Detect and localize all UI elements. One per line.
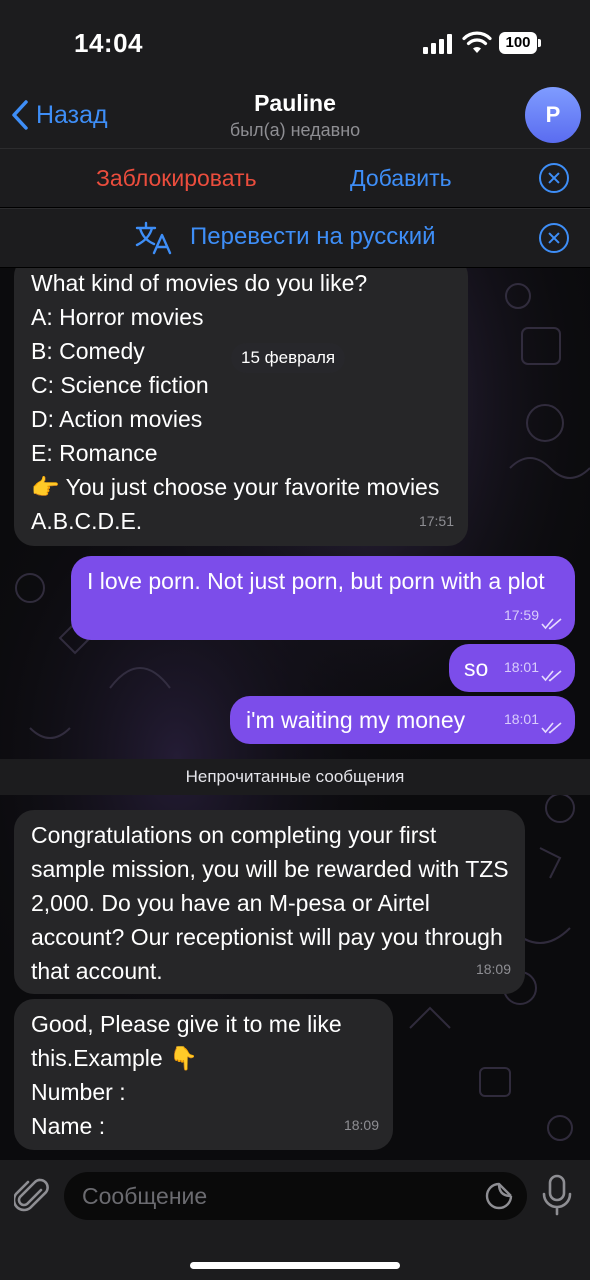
avatar[interactable]: P: [525, 87, 581, 143]
message-bubble-outgoing[interactable]: so 18:01: [449, 644, 575, 692]
message-time: 18:01: [503, 659, 539, 675]
add-contact-button[interactable]: Добавить: [350, 165, 452, 192]
message-text: I love porn. Not just porn, but porn wit…: [87, 568, 545, 594]
status-time: 14:04: [74, 28, 143, 58]
message-input[interactable]: [82, 1172, 472, 1220]
message-bubble-outgoing[interactable]: I love porn. Not just porn, but porn wit…: [71, 556, 575, 640]
message-time: 18:01: [503, 711, 539, 727]
contact-status: был(а) недавно: [229, 120, 361, 140]
microphone-icon[interactable]: [541, 1174, 573, 1216]
date-chip: 15 февраля: [231, 343, 346, 373]
avatar-initial: P: [545, 102, 561, 127]
message-text: What kind of movies do you like? A: Horr…: [31, 270, 440, 534]
read-checkmarks-icon: [541, 670, 562, 682]
sticker-icon[interactable]: [484, 1181, 514, 1211]
block-add-bar: Заблокировать Добавить: [0, 148, 590, 207]
message-bubble-incoming[interactable]: Congratulations on completing your first…: [14, 810, 525, 994]
close-icon[interactable]: [539, 223, 569, 253]
message-bubble-incoming[interactable]: Good, Please give it to me like this.Exa…: [14, 999, 393, 1150]
message-text: Good, Please give it to me like this.Exa…: [31, 1011, 342, 1139]
translate-bar: Перевести на русский: [0, 208, 590, 267]
battery-icon: 100: [499, 32, 541, 54]
paperclip-icon[interactable]: [14, 1176, 50, 1216]
message-time: 17:59: [503, 607, 539, 623]
message-bubble-outgoing[interactable]: i'm waiting my money 18:01: [230, 696, 575, 744]
cellular-signal-icon: [423, 34, 453, 54]
status-bar: 14:04 100: [0, 0, 590, 84]
message-time: 17:51: [418, 513, 454, 529]
translate-label: Перевести на русский: [190, 223, 436, 250]
message-text: Congratulations on completing your first…: [31, 822, 509, 984]
translate-icon: [135, 221, 172, 255]
read-checkmarks-icon: [541, 722, 562, 734]
message-list[interactable]: What kind of movies do you like? A: Horr…: [0, 268, 590, 1160]
wifi-icon: [462, 31, 492, 53]
message-input-container: [64, 1172, 527, 1220]
contact-name[interactable]: Pauline: [0, 90, 590, 117]
home-indicator: [190, 1262, 400, 1269]
message-time: 18:09: [475, 961, 511, 977]
block-button[interactable]: Заблокировать: [96, 165, 257, 192]
chat-header: Назад Pauline был(а) недавно P: [0, 84, 590, 148]
close-icon[interactable]: [539, 163, 569, 193]
message-bubble-incoming[interactable]: What kind of movies do you like? A: Horr…: [14, 268, 468, 546]
battery-level: 100: [499, 32, 537, 54]
composer-bar: [0, 1160, 590, 1280]
message-time: 18:09: [343, 1117, 379, 1133]
unread-divider: Непрочитанные сообщения: [0, 759, 590, 795]
read-checkmarks-icon: [541, 618, 562, 630]
translate-button[interactable]: Перевести на русский: [134, 219, 436, 255]
